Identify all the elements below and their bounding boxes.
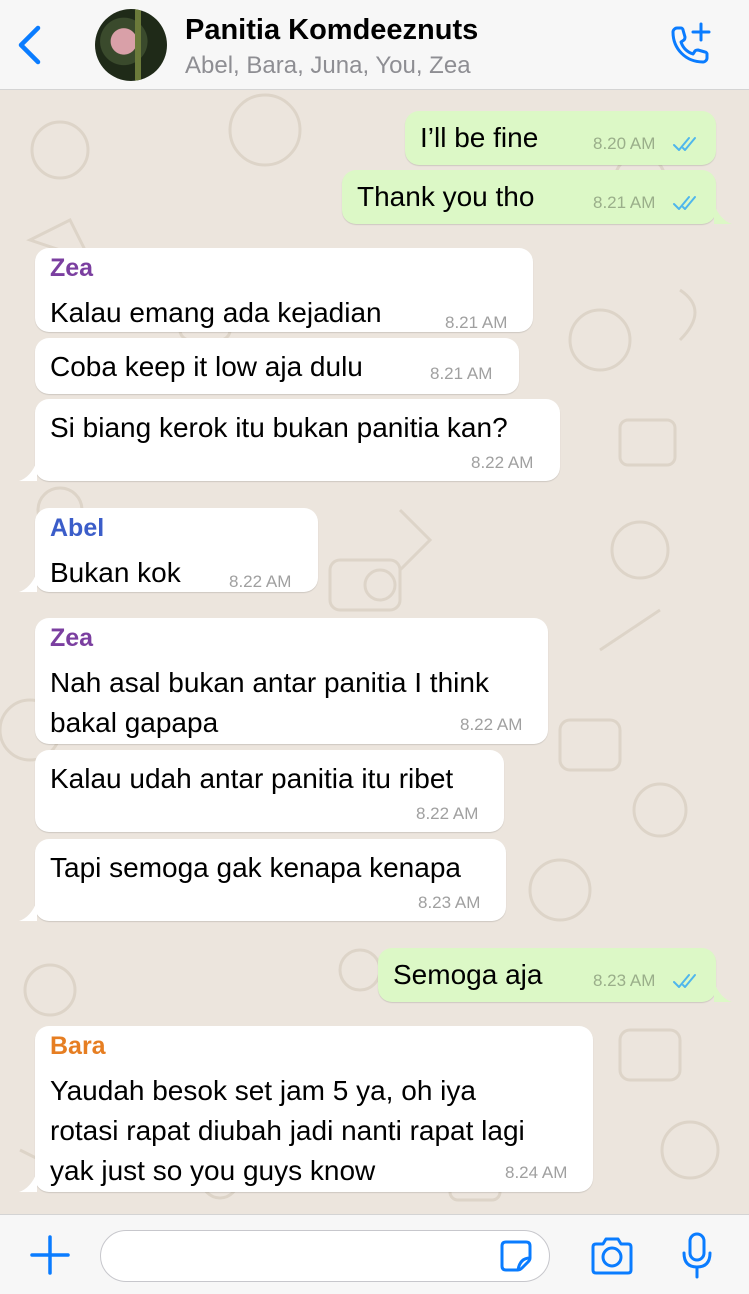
incoming-message-bubble[interactable]: Coba keep it low aja dulu 8.21 AM bbox=[35, 338, 519, 394]
message-text: Nah asal bukan antar panitia I think bbox=[50, 667, 489, 698]
message-text: Thank you tho bbox=[357, 181, 535, 212]
message-sender-name[interactable]: Abel bbox=[50, 512, 104, 544]
message-timestamp: 8.22 AM bbox=[471, 453, 534, 472]
read-receipt-icon bbox=[673, 137, 696, 151]
chat-header: Panitia Komdeeznuts Abel, Bara, Juna, Yo… bbox=[0, 0, 749, 90]
bubble-tail bbox=[19, 461, 37, 481]
message-text: Bukan kok bbox=[50, 557, 181, 588]
message-timestamp: 8.20 AM bbox=[593, 134, 656, 153]
message-timestamp: 8.21 AM bbox=[430, 364, 493, 383]
chevron-left-icon bbox=[18, 25, 41, 65]
voice-message-button[interactable] bbox=[679, 1231, 715, 1281]
incoming-message-bubble[interactable]: Abel Bukan kok 8.22 AM bbox=[19, 508, 318, 592]
outgoing-message-bubble[interactable]: I’ll be fine 8.20 AM bbox=[405, 111, 716, 165]
message-text: I’ll be fine bbox=[420, 122, 539, 153]
message-text: yak just so you guys know bbox=[50, 1155, 376, 1186]
message-sender-name[interactable]: Zea bbox=[50, 252, 93, 284]
chat-messages[interactable]: I’ll be fine 8.20 AM Thank you tho 8.21 AM Z… bbox=[0, 90, 749, 1214]
group-avatar[interactable] bbox=[95, 9, 167, 81]
bubble-tail bbox=[19, 1172, 37, 1192]
bubble-tail bbox=[19, 572, 37, 592]
incoming-message-bubble[interactable]: Kalau udah antar panitia itu ribet 8.22 A… bbox=[35, 750, 504, 832]
composer-bar bbox=[0, 1214, 749, 1294]
sticker-button[interactable] bbox=[498, 1238, 534, 1274]
bubble-tail bbox=[714, 204, 732, 224]
message-timestamp: 8.23 AM bbox=[593, 971, 656, 990]
chat-title[interactable]: Panitia Komdeeznuts bbox=[185, 14, 478, 47]
message-text: Kalau udah antar panitia itu ribet bbox=[50, 763, 454, 794]
outgoing-message-bubble[interactable]: Semoga aja 8.23 AM bbox=[378, 948, 732, 1002]
message-text: Coba keep it low aja dulu bbox=[50, 351, 363, 382]
message-timestamp: 8.22 AM bbox=[416, 804, 479, 823]
message-text: Yaudah besok set jam 5 ya, oh iya bbox=[50, 1075, 476, 1106]
message-text: Kalau emang ada kejadian bbox=[50, 297, 382, 328]
incoming-message-bubble[interactable]: Zea Kalau emang ada kejadian 8.21 AM bbox=[35, 248, 533, 332]
incoming-message-bubble[interactable]: Bara Yaudah besok set jam 5 ya, oh iya rot… bbox=[19, 1026, 593, 1192]
message-sender-name[interactable]: Zea bbox=[50, 622, 93, 654]
bubble-tail bbox=[19, 901, 37, 921]
message-text: Si biang kerok itu bukan panitia kan? bbox=[50, 412, 508, 443]
camera-button[interactable] bbox=[589, 1235, 635, 1277]
message-timestamp: 8.22 AM bbox=[460, 715, 523, 734]
sticker-icon bbox=[500, 1240, 532, 1272]
message-timestamp: 8.21 AM bbox=[593, 193, 656, 212]
message-timestamp: 8.21 AM bbox=[445, 313, 508, 332]
plus-icon bbox=[30, 1235, 70, 1275]
message-text: rotasi rapat diubah jadi nanti rapat lag… bbox=[50, 1115, 525, 1146]
read-receipt-icon bbox=[673, 196, 696, 210]
back-button[interactable] bbox=[12, 22, 48, 68]
message-text: Tapi semoga gak kenapa kenapa bbox=[50, 852, 461, 883]
message-timestamp: 8.23 AM bbox=[418, 893, 481, 912]
camera-icon bbox=[591, 1237, 633, 1275]
phone-plus-icon bbox=[671, 22, 711, 64]
avatar-detail bbox=[135, 9, 141, 81]
chat-participants[interactable]: Abel, Bara, Juna, You, Zea bbox=[185, 52, 471, 80]
microphone-icon bbox=[682, 1232, 712, 1279]
message-text: Semoga aja bbox=[393, 959, 543, 990]
message-text: bakal gapapa bbox=[50, 707, 219, 738]
incoming-message-bubble[interactable]: Si biang kerok itu bukan panitia kan? 8.2… bbox=[19, 399, 560, 481]
incoming-message-bubble[interactable]: Tapi semoga gak kenapa kenapa 8.23 AM bbox=[19, 839, 506, 921]
message-sender-name[interactable]: Bara bbox=[50, 1030, 106, 1062]
message-timestamp: 8.22 AM bbox=[229, 572, 292, 591]
message-timestamp: 8.24 AM bbox=[505, 1163, 568, 1182]
message-input[interactable] bbox=[100, 1230, 550, 1282]
bubble-tail bbox=[714, 982, 732, 1002]
add-call-button[interactable] bbox=[664, 20, 714, 70]
attach-button[interactable] bbox=[28, 1233, 72, 1277]
outgoing-message-bubble[interactable]: Thank you tho 8.21 AM bbox=[342, 170, 732, 224]
read-receipt-icon bbox=[673, 974, 696, 988]
incoming-message-bubble[interactable]: Zea Nah asal bukan antar panitia I think b… bbox=[35, 618, 548, 744]
